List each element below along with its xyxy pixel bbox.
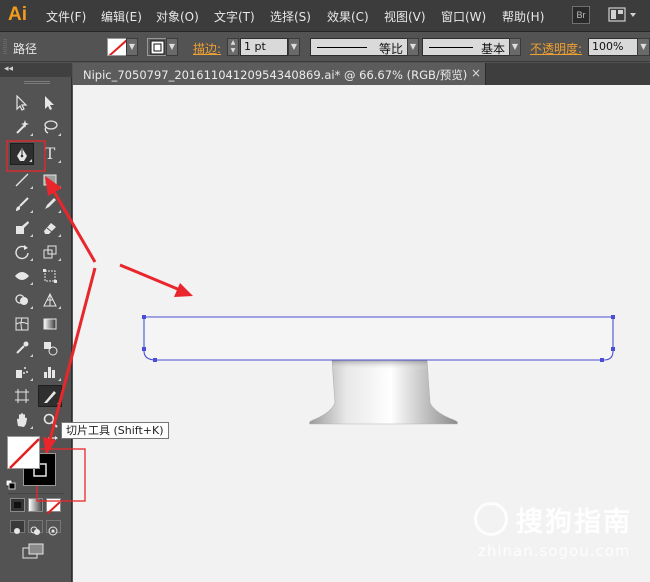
sogou-logo-icon (474, 502, 508, 536)
watermark-url: zhinan.sogou.com (478, 542, 631, 560)
pen-tool-highlight-box (6, 140, 46, 172)
watermark-title: 搜狗指南 (516, 507, 632, 538)
fill-swatch[interactable] (7, 436, 40, 469)
sogou-watermark: 搜狗指南 zhinan.sogou.com (474, 496, 644, 576)
illustrator-window: Ai 文件(F) 编辑(E) 对象(O) 文字(T) 选择(S) 效果(C) 视… (0, 0, 650, 582)
arrow-to-path (119, 263, 181, 292)
arrow-to-swatches (48, 267, 97, 441)
arrow-to-pen-tool (50, 187, 97, 263)
fill-swatch-icon (9, 438, 40, 469)
annotation-overlay (6, 140, 193, 502)
